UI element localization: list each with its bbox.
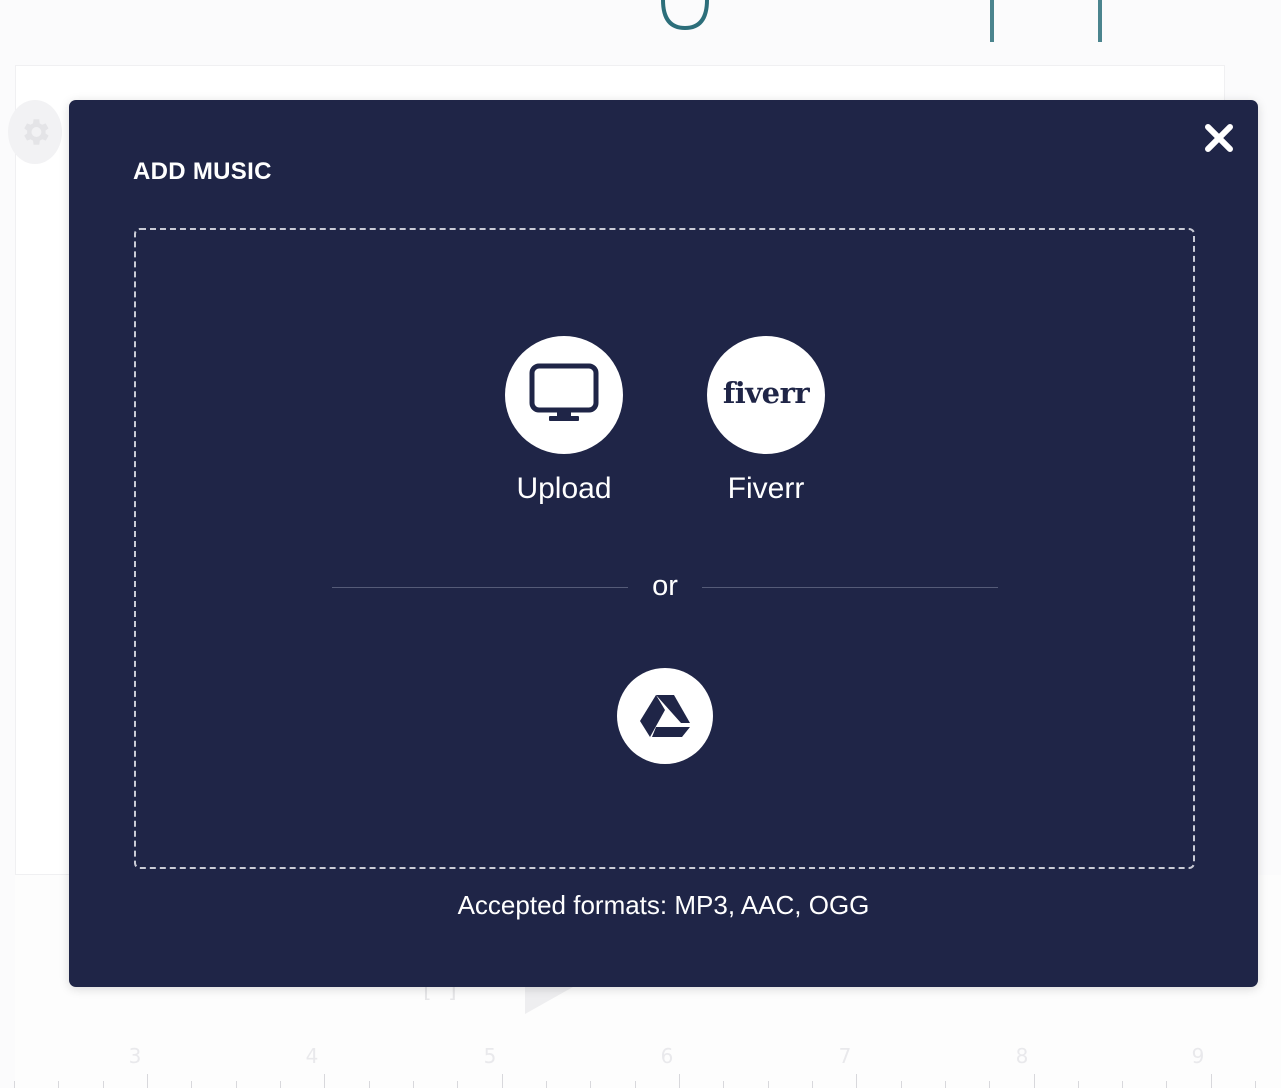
ruler-label: 6 <box>660 1044 674 1068</box>
ruler-tick <box>1034 1074 1035 1088</box>
app-background: [ ] 3 4 5 6 7 8 9 ADD MUSIC Upload fiver… <box>0 0 1281 1088</box>
ruler-label: 9 <box>1191 1044 1205 1068</box>
ruler-tick <box>147 1074 148 1088</box>
ruler-tick <box>324 1074 325 1088</box>
ruler-tick <box>413 1081 414 1088</box>
ruler-tick <box>723 1081 724 1088</box>
background-title-fragment <box>661 0 709 31</box>
ruler-tick <box>856 1074 857 1088</box>
ruler-tick <box>945 1081 946 1088</box>
timeline-ruler: 3 4 5 6 7 8 9 <box>0 1040 1281 1088</box>
ruler-tick <box>58 1081 59 1088</box>
drop-zone[interactable]: Upload fiverr Fiverr or <box>134 228 1195 869</box>
fiverr-button[interactable]: fiverr Fiverr <box>707 336 825 506</box>
fiverr-logo: fiverr <box>722 376 810 410</box>
ruler-label: 8 <box>1015 1044 1029 1068</box>
ruler-tick <box>502 1074 503 1088</box>
ruler-tick <box>546 1081 547 1088</box>
ruler-tick <box>1078 1081 1079 1088</box>
dialog-title: ADD MUSIC <box>133 158 272 185</box>
ruler-tick <box>236 1081 237 1088</box>
fiverr-circle[interactable]: fiverr <box>707 336 825 454</box>
ruler-tick <box>1122 1081 1123 1088</box>
ruler-tick <box>103 1081 104 1088</box>
divider-or: or <box>652 570 678 602</box>
upload-button[interactable]: Upload <box>505 336 623 506</box>
divider-line <box>332 587 628 588</box>
background-title-fragment <box>1098 0 1102 42</box>
ruler-tick <box>901 1081 902 1088</box>
ruler-tick <box>590 1081 591 1088</box>
ruler-tick <box>812 1081 813 1088</box>
google-drive-icon <box>640 695 690 737</box>
add-music-dialog: ADD MUSIC Upload fiverr Fiverr or Accept… <box>69 100 1258 987</box>
close-icon <box>1205 124 1233 152</box>
accepted-formats-text: Accepted formats: MP3, AAC, OGG <box>457 890 870 920</box>
ruler-tick <box>457 1081 458 1088</box>
fiverr-label: Fiverr <box>727 472 805 505</box>
ruler-tick <box>369 1081 370 1088</box>
ruler-tick <box>14 1081 15 1088</box>
ruler-tick <box>679 1074 680 1088</box>
ruler-label: 4 <box>305 1044 319 1068</box>
ruler-label: 5 <box>483 1044 497 1068</box>
ruler-tick <box>989 1081 990 1088</box>
ruler-label: 7 <box>838 1044 852 1068</box>
settings-gear-icon <box>8 100 62 164</box>
ruler-tick <box>1166 1081 1167 1088</box>
ruler-tick <box>280 1081 281 1088</box>
upload-label: Upload <box>516 472 612 505</box>
ruler-tick <box>635 1081 636 1088</box>
ruler-tick <box>1255 1081 1256 1088</box>
ruler-tick <box>768 1081 769 1088</box>
upload-circle[interactable] <box>505 336 623 454</box>
ruler-tick <box>1211 1074 1212 1088</box>
monitor-icon <box>529 363 599 421</box>
ruler-label: 3 <box>128 1044 142 1068</box>
divider-line <box>702 587 998 588</box>
google-drive-button[interactable] <box>617 668 713 764</box>
background-title-fragment <box>990 0 994 42</box>
close-button[interactable] <box>1199 118 1239 158</box>
ruler-tick <box>191 1081 192 1088</box>
